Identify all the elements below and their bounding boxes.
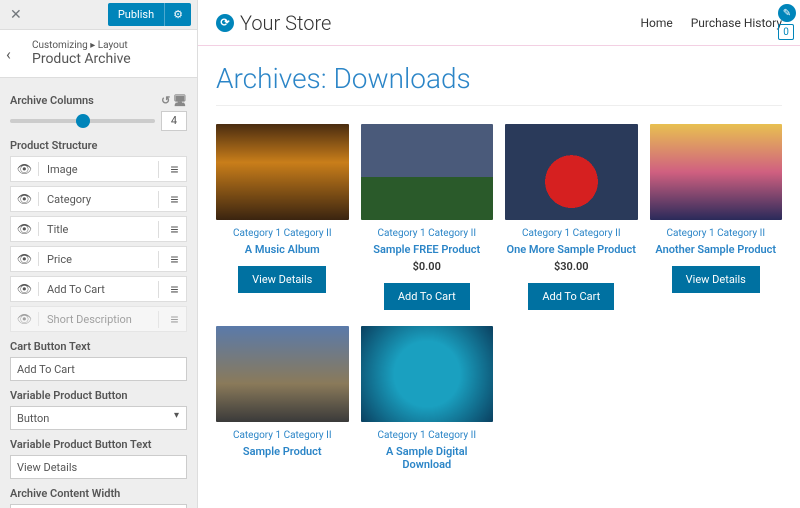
publish-wrap: Publish ⚙ [108,3,191,26]
product-price: $0.00 [361,260,494,273]
cart-button-text-label: Cart Button Text [10,340,187,353]
store-title: Your Store [240,11,331,35]
eye-icon[interactable]: 👁 [11,252,39,266]
drag-handle-icon[interactable]: ≡ [158,191,186,208]
product-card: Category 1 Category II A Music Album View … [216,124,349,310]
product-image[interactable] [505,124,638,220]
store-brand: ⟳ Your Store [216,11,331,35]
product-image[interactable] [361,326,494,422]
product-categories[interactable]: Category 1 Category II [361,430,494,441]
publish-button[interactable]: Publish [108,3,164,26]
structure-item[interactable]: 👁Price≡ [10,246,187,272]
structure-item[interactable]: 👁Category≡ [10,186,187,212]
variable-button-text-label: Variable Product Button Text [10,438,187,451]
product-image[interactable] [216,124,349,220]
structure-label: Add To Cart [39,283,158,296]
pencil-icon[interactable]: ✎ [778,4,796,22]
variable-button-text-input[interactable] [10,455,187,479]
product-categories[interactable]: Category 1 Category II [216,430,349,441]
divider [216,105,782,106]
products-grid: Category 1 Category II A Music Album View … [198,124,800,491]
structure-item[interactable]: 👁Add To Cart≡ [10,276,187,302]
section-title: Product Archive [32,51,183,67]
product-title[interactable]: A Sample Digital Download [361,445,494,471]
slider-value[interactable]: 4 [161,111,187,131]
variable-button-select[interactable]: Button [10,406,187,430]
product-card: Category 1 Category II Sample Product [216,326,349,471]
product-title[interactable]: Another Sample Product [650,243,783,256]
product-card: Category 1 Category II A Sample Digital D… [361,326,494,471]
drag-handle-icon[interactable]: ≡ [158,281,186,298]
structure-item[interactable]: 👁Short Description≡ [10,306,187,332]
edit-shortcut: ✎ 0 [778,4,796,40]
customizer-top-bar: ✕ Publish ⚙ [0,0,197,30]
eye-icon[interactable]: 👁 [11,192,39,206]
product-title[interactable]: Sample FREE Product [361,243,494,256]
archive-content-width-label: Archive Content Width [10,487,187,500]
product-action-button[interactable]: View Details [672,266,760,293]
structure-item[interactable]: 👁Image≡ [10,156,187,182]
back-icon[interactable]: ‹ [6,44,11,63]
structure-item[interactable]: 👁Title≡ [10,216,187,242]
drag-handle-icon[interactable]: ≡ [158,311,186,328]
product-card: Category 1 Category II Another Sample Pro… [650,124,783,310]
archive-columns-label: Archive Columns ↺ 🖥 [10,94,187,107]
product-title[interactable]: One More Sample Product [505,243,638,256]
label-text: Archive Columns [10,94,94,107]
drag-handle-icon[interactable]: ≡ [158,221,186,238]
customizer-panel: ✕ Publish ⚙ ‹ Customizing ▸ Layout Produ… [0,0,198,508]
archive-title: Archives: Downloads [198,46,800,105]
product-action-button[interactable]: View Details [238,266,326,293]
cart-button-text-input[interactable] [10,357,187,381]
nav-home[interactable]: Home [640,16,672,30]
structure-label: Image [39,163,158,176]
product-card: Category 1 Category II One More Sample Pr… [505,124,638,310]
eye-icon[interactable]: 👁 [11,222,39,236]
product-image[interactable] [650,124,783,220]
product-categories[interactable]: Category 1 Category II [505,228,638,239]
variable-button-label: Variable Product Button [10,389,187,402]
product-structure-list: 👁Image≡👁Category≡👁Title≡👁Price≡👁Add To C… [10,156,187,332]
slider-thumb[interactable] [76,114,90,128]
brand-logo-icon: ⟳ [216,14,234,32]
product-image[interactable] [216,326,349,422]
gear-icon[interactable]: ⚙ [164,3,191,26]
breadcrumb: Customizing ▸ Layout [32,40,183,51]
nav-purchase-history[interactable]: Purchase History [691,16,782,30]
product-action-button[interactable]: Add To Cart [528,283,614,310]
preview-nav: Home Purchase History [640,16,782,30]
product-action-button[interactable]: Add To Cart [384,283,470,310]
preview-header: ⟳ Your Store Home Purchase History [198,0,800,46]
eye-icon[interactable]: 👁 [11,312,39,326]
cart-count[interactable]: 0 [778,24,794,40]
product-categories[interactable]: Category 1 Category II [650,228,783,239]
product-title[interactable]: Sample Product [216,445,349,458]
structure-label: Price [39,253,158,266]
structure-label: Short Description [39,313,158,326]
drag-handle-icon[interactable]: ≡ [158,161,186,178]
product-price: $30.00 [505,260,638,273]
product-structure-label: Product Structure [10,139,187,152]
structure-label: Title [39,223,158,236]
product-title[interactable]: A Music Album [216,243,349,256]
variable-button-select-wrap: Button [10,406,187,430]
responsive-icons[interactable]: ↺ 🖥 [161,94,187,107]
slider-track[interactable] [10,119,155,123]
archive-content-width-select-wrap: Default [10,504,187,508]
product-card: Category 1 Category II Sample FREE Produc… [361,124,494,310]
structure-label: Category [39,193,158,206]
customizer-header: ‹ Customizing ▸ Layout Product Archive [0,30,197,78]
close-icon[interactable]: ✕ [6,3,26,27]
product-image[interactable] [361,124,494,220]
eye-icon[interactable]: 👁 [11,162,39,176]
preview-pane: ✎ 0 ⟳ Your Store Home Purchase History A… [198,0,800,508]
eye-icon[interactable]: 👁 [11,282,39,296]
drag-handle-icon[interactable]: ≡ [158,251,186,268]
customizer-body: Archive Columns ↺ 🖥 4 Product Structure … [0,78,197,508]
product-categories[interactable]: Category 1 Category II [216,228,349,239]
archive-content-width-select[interactable]: Default [10,504,187,508]
product-categories[interactable]: Category 1 Category II [361,228,494,239]
archive-columns-slider: 4 [10,111,187,131]
